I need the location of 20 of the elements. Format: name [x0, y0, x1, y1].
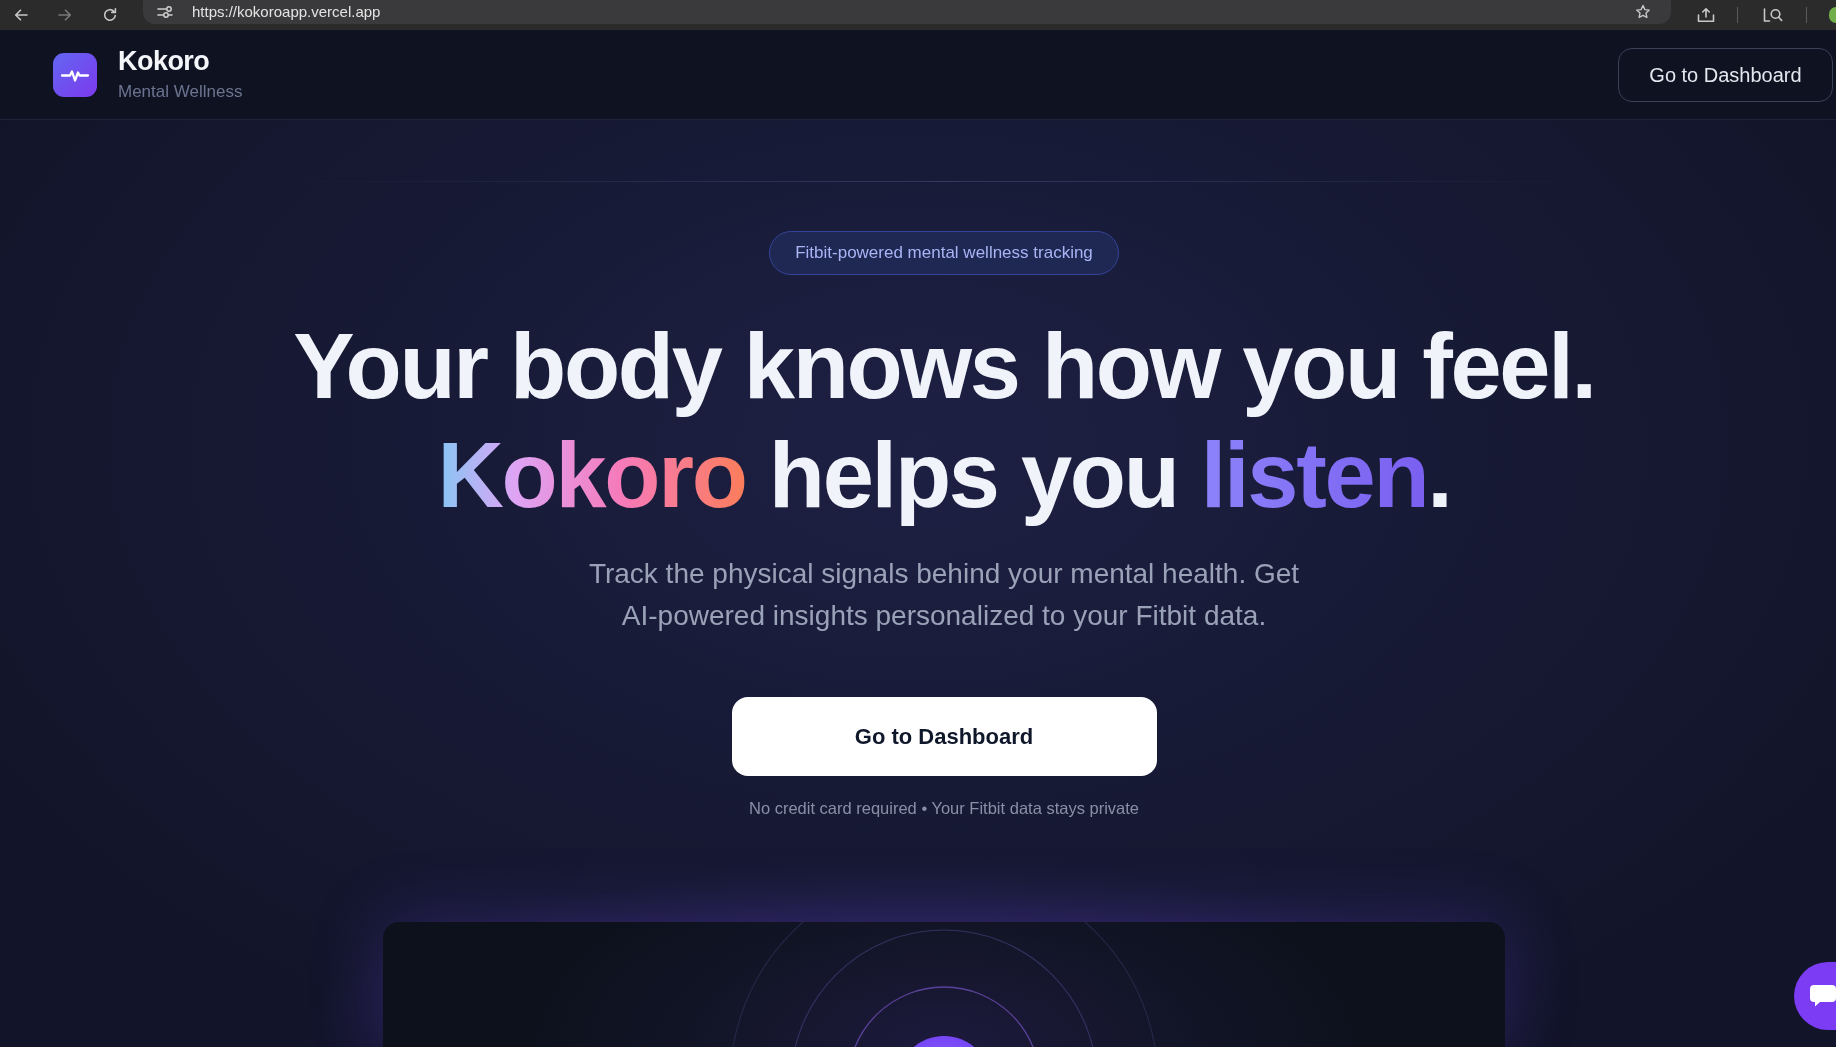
subtitle: Track the physical signals behind your mental health. Get AI-powered insights personalized to your Fitbit data.: [587, 557, 1301, 633]
dashboard-button[interactable]: Go to Dashboard: [731, 697, 1157, 776]
address-field[interactable]: https://kokoroapp.vercel.app: [143, 0, 1671, 24]
chat-bubble-icon: [1810, 985, 1836, 1007]
pulse-logo-icon: [53, 52, 97, 97]
chat-button[interactable]: [1794, 962, 1836, 1030]
site-settings-icon[interactable]: [157, 4, 173, 20]
back-arrow-icon[interactable]: [13, 7, 29, 23]
star-icon[interactable]: [1635, 4, 1651, 20]
privacy-note: No credit card required • Your Fitbit data stays private: [748, 798, 1140, 819]
headline: Your body knows how you feel. Kokoro helps you listen.: [293, 314, 1595, 528]
reload-icon[interactable]: [102, 7, 118, 23]
tray-arrow-icon[interactable]: [1697, 7, 1715, 23]
dashboard-button[interactable]: Go to Dashboard: [1618, 47, 1833, 102]
feature-tag: Fitbit-powered mental wellness tracking: [769, 231, 1119, 275]
avatar-icon[interactable]: [1829, 7, 1836, 23]
brand-name: Kokoro: [118, 47, 211, 77]
forward-arrow-icon[interactable]: [57, 7, 73, 23]
search-icon[interactable]: [1763, 7, 1783, 23]
brand-tagline: Mental Wellness: [118, 83, 243, 102]
